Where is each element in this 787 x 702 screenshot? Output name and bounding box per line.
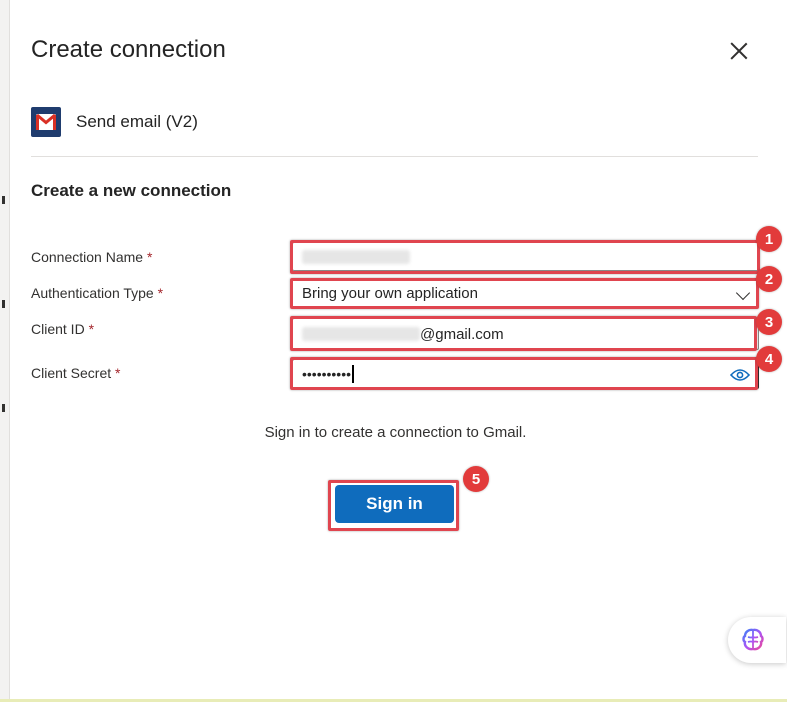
required-mark: * bbox=[88, 321, 95, 337]
background-strip bbox=[0, 0, 10, 702]
client-id-suffix: @gmail.com bbox=[420, 325, 504, 343]
gmail-icon bbox=[31, 107, 61, 137]
client-id-label-text: Client ID bbox=[31, 321, 85, 337]
client-id-label: Client ID * bbox=[31, 321, 94, 337]
divider bbox=[31, 156, 758, 157]
close-icon[interactable] bbox=[726, 38, 752, 64]
authentication-type-label-text: Authentication Type bbox=[31, 285, 154, 301]
connection-name-input[interactable] bbox=[292, 242, 759, 271]
copilot-button[interactable] bbox=[728, 617, 786, 663]
authentication-type-value: Bring your own application bbox=[302, 284, 478, 302]
redacted-value bbox=[302, 327, 420, 341]
client-id-input[interactable]: @gmail.com bbox=[292, 318, 759, 350]
section-title: Create a new connection bbox=[31, 181, 232, 200]
action-name: Send email (V2) bbox=[76, 112, 198, 131]
action-header: Send email (V2) bbox=[31, 107, 198, 137]
connection-name-label-text: Connection Name bbox=[31, 249, 144, 265]
required-mark: * bbox=[115, 365, 121, 381]
background-mark bbox=[2, 196, 5, 204]
annotation-badge: 2 bbox=[756, 266, 782, 292]
sign-in-info-text: Sign in to create a connection to Gmail. bbox=[264, 424, 527, 441]
dialog-title: Create connection bbox=[31, 36, 226, 63]
create-connection-dialog: Create connection Send email (V2) Create… bbox=[10, 0, 787, 699]
authentication-type-dropdown[interactable]: Bring your own application bbox=[292, 279, 759, 307]
connection-name-label: Connection Name * bbox=[31, 249, 152, 265]
brain-icon bbox=[742, 628, 764, 651]
text-caret bbox=[352, 365, 354, 383]
annotation-badge: 1 bbox=[756, 226, 782, 252]
annotation-badge: 5 bbox=[463, 466, 489, 492]
client-secret-label-text: Client Secret bbox=[31, 365, 112, 381]
authentication-type-label: Authentication Type * bbox=[31, 285, 163, 301]
required-mark: * bbox=[157, 285, 164, 301]
background-mark bbox=[2, 404, 5, 412]
chevron-down-icon bbox=[735, 285, 751, 301]
redacted-value bbox=[302, 249, 410, 264]
masked-secret: •••••••••• bbox=[302, 366, 352, 382]
annotation-badge: 4 bbox=[756, 346, 782, 372]
required-mark: * bbox=[146, 249, 153, 265]
eye-icon[interactable] bbox=[730, 368, 750, 382]
annotation-badge: 3 bbox=[756, 309, 782, 335]
client-secret-input[interactable]: •••••••••• bbox=[292, 359, 759, 389]
background-mark bbox=[2, 300, 5, 308]
client-secret-label: Client Secret * bbox=[31, 365, 121, 381]
sign-in-button[interactable]: Sign in bbox=[335, 485, 454, 523]
